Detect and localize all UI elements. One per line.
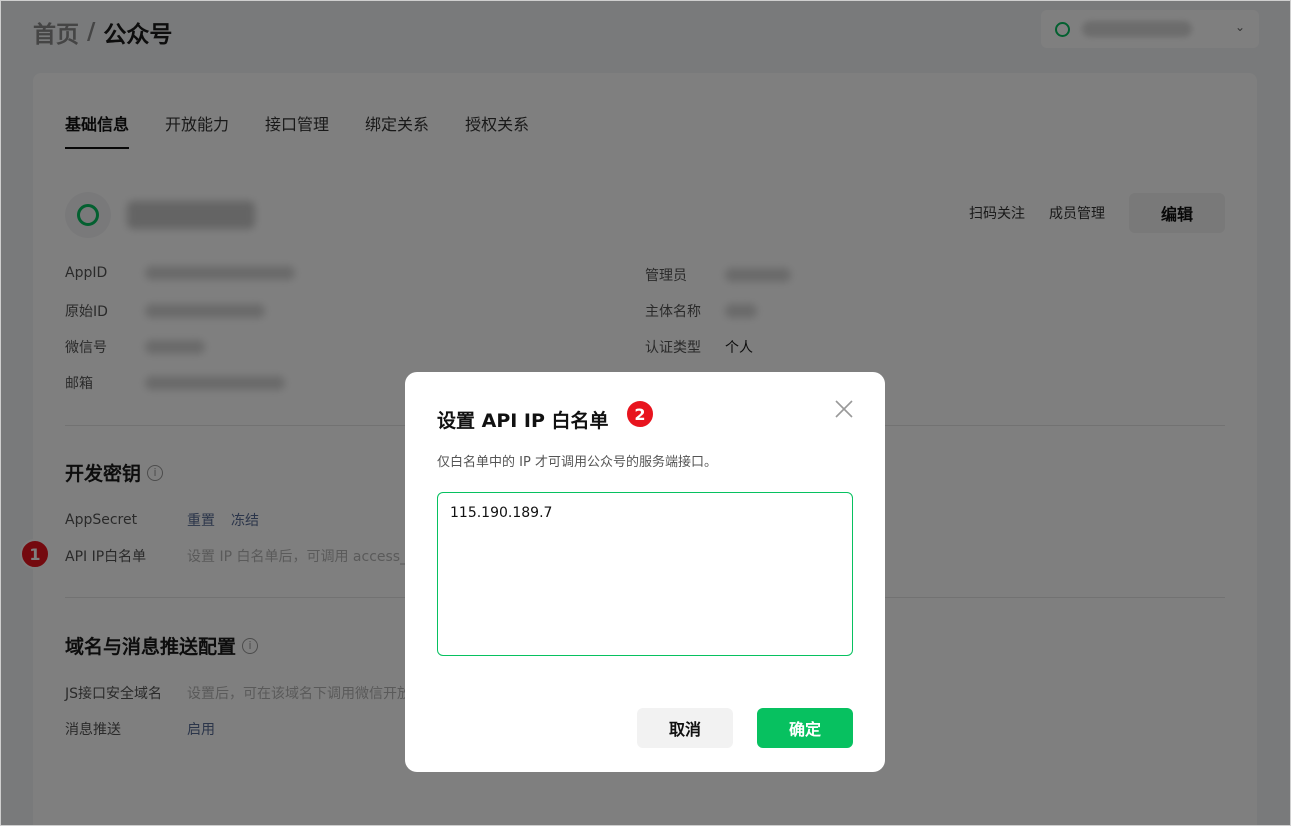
step-marker-2: 2: [625, 399, 655, 429]
modal-title: 设置 API IP 白名单: [437, 410, 609, 432]
cancel-button[interactable]: 取消: [637, 708, 733, 748]
ip-whitelist-input[interactable]: 115.190.189.7: [437, 492, 853, 656]
confirm-button[interactable]: 确定: [757, 708, 853, 748]
close-icon[interactable]: [833, 398, 855, 420]
whitelist-modal: 设置 API IP 白名单 2 仅白名单中的 IP 才可调用公众号的服务端接口。…: [405, 372, 885, 772]
modal-description: 仅白名单中的 IP 才可调用公众号的服务端接口。: [437, 455, 717, 470]
app-window: 首页 / 公众号 ⌄ 基础信息 开放能力 接口管理 绑定关系 授权关系 扫码关注…: [0, 0, 1291, 826]
